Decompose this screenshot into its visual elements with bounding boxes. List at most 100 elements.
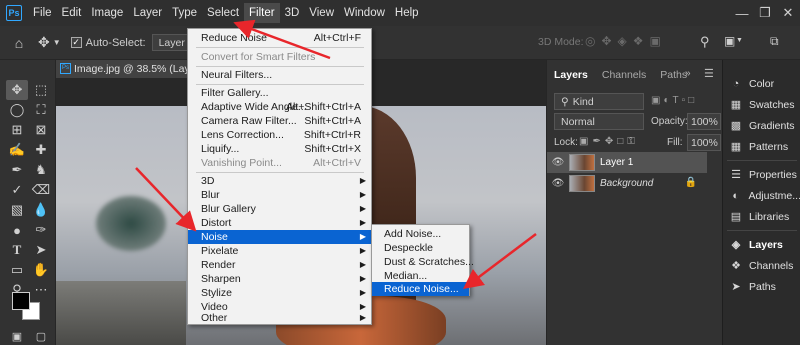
menu-item-reduce-noise-last[interactable]: Reduce Noise Alt+Ctrl+F	[188, 31, 371, 45]
dock-layers[interactable]: ◈ Layers	[723, 234, 800, 255]
gradient-icon[interactable]: ▧	[6, 200, 28, 220]
menu-image[interactable]: Image	[86, 3, 128, 23]
layer-row-layer-1[interactable]: 👁 Layer 1	[547, 152, 707, 173]
visibility-eye-icon[interactable]: 👁	[551, 178, 565, 189]
restore-icon[interactable]: ❐	[755, 4, 775, 22]
dock-label: Swatches	[749, 98, 795, 111]
menu-filter[interactable]: Filter	[244, 3, 280, 23]
menu-help[interactable]: Help	[390, 3, 424, 23]
menu-item-lens-correction[interactable]: Lens Correction... Shift+Ctrl+R	[188, 128, 371, 142]
share-icon[interactable]: ⧉	[770, 34, 779, 49]
dock-color[interactable]: ◔ Color	[723, 73, 800, 94]
document-tab[interactable]: Ps Image.jpg @ 38.5% (Layer 1, R	[56, 60, 191, 78]
move-tool-icon[interactable]: ✥	[38, 34, 50, 51]
blend-mode-value: Normal	[561, 115, 595, 128]
dock-paths[interactable]: ➤ Paths	[723, 276, 800, 297]
paths-icon: ➤	[731, 281, 741, 293]
healing-brush-icon[interactable]: ✚	[30, 140, 52, 160]
menu-layer[interactable]: Layer	[128, 3, 167, 23]
visibility-eye-icon[interactable]: 👁	[551, 157, 565, 168]
3d-tools-icon[interactable]: ◎✥◈❖▣	[585, 34, 667, 48]
menu-item-stylize[interactable]: Stylize ▶	[188, 286, 371, 300]
hand-icon[interactable]: ✋	[30, 260, 52, 280]
menu-item-distort[interactable]: Distort ▶	[188, 216, 371, 230]
tab-channels[interactable]: Channels	[595, 66, 653, 84]
workspace-icon[interactable]: ▣	[724, 34, 735, 48]
layer-filter-icons[interactable]: ▣◐T▫□	[651, 95, 697, 106]
menu-item-add-noise[interactable]: Add Noise...	[372, 227, 469, 241]
frame-icon[interactable]: ⊠	[30, 120, 52, 140]
marquee-icon[interactable]: ⬚	[30, 80, 52, 100]
object-select-icon[interactable]: ⛶	[30, 100, 52, 120]
swatches-icon: ▦	[730, 99, 742, 111]
eyedropper-icon[interactable]: ✍	[6, 140, 28, 160]
menu-item-other[interactable]: Other ▶	[188, 311, 371, 325]
menu-type[interactable]: Type	[167, 3, 202, 23]
close-icon[interactable]: ✕	[778, 4, 798, 22]
menu-item-blur-gallery[interactable]: Blur Gallery ▶	[188, 202, 371, 216]
menu-item-neural-filters[interactable]: Neural Filters...	[188, 68, 371, 82]
blend-mode-dropdown[interactable]: Normal	[554, 113, 644, 130]
move-icon[interactable]: ✥	[6, 80, 28, 100]
menu-item-adaptive-wide-angle[interactable]: Adaptive Wide Angle... Alt+Shift+Ctrl+A	[188, 100, 371, 114]
foreground-color-swatch[interactable]	[12, 292, 30, 310]
dodge-icon[interactable]: ●	[6, 220, 28, 240]
fill-input[interactable]: 100%	[687, 134, 721, 151]
dock-patterns[interactable]: ▦ Patterns	[723, 136, 800, 157]
more-tools-icon[interactable]: ⋯	[30, 280, 52, 300]
menu-item-3d[interactable]: 3D ▶	[188, 174, 371, 188]
menu-item-median[interactable]: Median...	[372, 269, 469, 283]
opacity-input[interactable]: 100%	[687, 113, 721, 130]
search-icon[interactable]: ⚲	[700, 34, 710, 50]
menu-edit[interactable]: Edit	[57, 3, 87, 23]
history-brush-icon[interactable]: ✓	[6, 180, 28, 200]
chevron-down-icon[interactable]: ▼	[53, 38, 61, 47]
menu-item-dust-scratches[interactable]: Dust & Scratches...	[372, 255, 474, 269]
layer-filter-dropdown[interactable]: ⚲ Kind	[554, 93, 644, 110]
menu-select[interactable]: Select	[202, 3, 244, 23]
menu-item-label: Filter Gallery...	[201, 87, 269, 99]
tab-layers[interactable]: Layers	[547, 66, 595, 84]
collapse-panel-icon[interactable]: »	[685, 68, 691, 79]
lasso-icon[interactable]: ◯	[6, 100, 28, 120]
crop-icon[interactable]: ⊞	[6, 120, 28, 140]
menu-item-reduce-noise[interactable]: Reduce Noise...	[372, 282, 469, 296]
blur-icon[interactable]: 💧	[30, 200, 52, 220]
quick-mask-icon[interactable]: ▣	[6, 326, 28, 345]
path-select-icon[interactable]: ➤	[30, 240, 52, 260]
panel-menu-icon[interactable]: ☰	[704, 67, 714, 80]
pen-icon[interactable]: ✑	[30, 220, 52, 240]
menu-item-blur[interactable]: Blur ▶	[188, 188, 371, 202]
minimize-icon[interactable]: —	[732, 4, 752, 22]
menu-item-pixelate[interactable]: Pixelate ▶	[188, 244, 371, 258]
menu-file[interactable]: File	[28, 3, 57, 23]
dock-gradients[interactable]: ▩ Gradients	[723, 115, 800, 136]
auto-select-checkbox[interactable]: ✓ Auto-Select:	[70, 37, 146, 49]
menu-item-camera-raw[interactable]: Camera Raw Filter... Shift+Ctrl+A	[188, 114, 371, 128]
menu-item-despeckle[interactable]: Despeckle	[372, 241, 469, 255]
menu-window[interactable]: Window	[339, 3, 390, 23]
menu-view[interactable]: View	[304, 3, 339, 23]
screen-mode-icon[interactable]: ▢	[30, 326, 52, 345]
menu-item-sharpen[interactable]: Sharpen ▶	[188, 272, 371, 286]
menu-item-render[interactable]: Render ▶	[188, 258, 371, 272]
dock-channels[interactable]: ❖ Channels	[723, 255, 800, 276]
rectangle-icon[interactable]: ▭	[6, 260, 28, 280]
menu-item-label: Vanishing Point...	[201, 157, 282, 169]
menu-item-liquify[interactable]: Liquify... Shift+Ctrl+X	[188, 142, 371, 156]
menu-item-noise[interactable]: Noise ▶	[188, 230, 371, 244]
lock-options-icons[interactable]: ▣✒✥□⚿	[579, 136, 639, 147]
menu-item-filter-gallery[interactable]: Filter Gallery...	[188, 86, 371, 100]
brush-icon[interactable]: ✒	[6, 160, 28, 180]
layer-row-background[interactable]: 👁 Background 🔒	[547, 173, 707, 194]
dock-libraries[interactable]: ▤ Libraries	[723, 206, 800, 227]
home-icon[interactable]: ⌂	[8, 35, 30, 51]
dock-swatches[interactable]: ▦ Swatches	[723, 94, 800, 115]
chevron-down-icon[interactable]: ▼	[736, 37, 743, 44]
eraser-icon[interactable]: ⌫	[30, 180, 52, 200]
clone-stamp-icon[interactable]: ♞	[30, 160, 52, 180]
dock-adjustments[interactable]: ◐ Adjustme...	[723, 185, 800, 206]
menu-3d[interactable]: 3D	[280, 3, 305, 23]
type-icon[interactable]: T	[6, 240, 28, 260]
dock-properties[interactable]: ☰ Properties	[723, 164, 800, 185]
